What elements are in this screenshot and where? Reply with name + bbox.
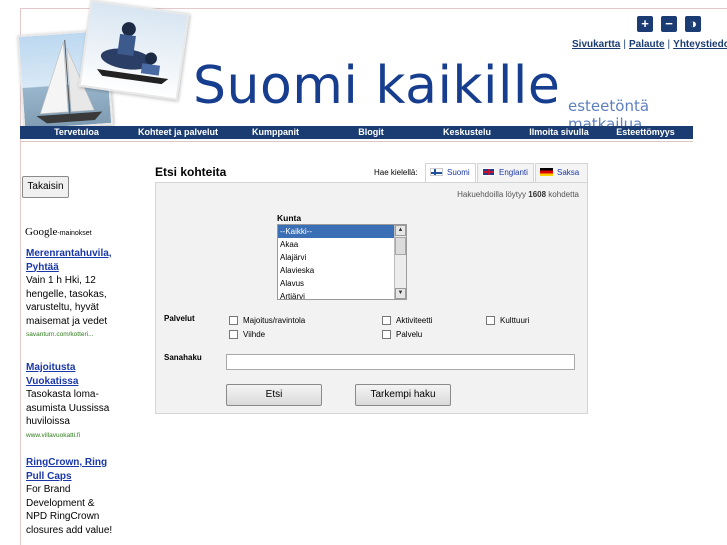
nav-divider xyxy=(20,141,693,142)
uk-flag-icon xyxy=(482,168,495,176)
ad-body: Vain 1 h Hki, 12 hengelle, tasokas, varu… xyxy=(26,275,108,327)
sitemap-link[interactable]: Sivukartta xyxy=(572,39,620,50)
kunta-listbox[interactable]: --Kaikki-- Akaa Alajärvi Alavieska Alavu… xyxy=(277,224,407,300)
kunta-label: Kunta xyxy=(277,213,302,223)
sanahaku-label: Sanahaku xyxy=(164,353,202,362)
ad-body: For Brand Development & NPD RingCrown cl… xyxy=(26,484,113,536)
ad-body: Tasokasta loma-asumista Uussissa huviloi… xyxy=(26,389,110,427)
site-title: Suomi kaikille xyxy=(193,56,561,116)
kunta-option[interactable]: --Kaikki-- xyxy=(278,225,394,238)
checkbox-icon[interactable] xyxy=(229,330,238,339)
kunta-option[interactable]: Akaa xyxy=(278,238,394,251)
kunta-option[interactable]: Artjärvi xyxy=(278,290,394,299)
ad-title-link[interactable]: RingCrown, Ring Pull Caps xyxy=(26,456,114,483)
google-ads-label: Google-mainokset xyxy=(25,226,92,238)
page-title: Etsi kohteita xyxy=(155,165,227,179)
finland-flag-icon xyxy=(430,168,443,176)
checkbox-icon[interactable] xyxy=(486,316,495,325)
tab-language-german[interactable]: Saksa xyxy=(535,163,588,182)
tab-language-finnish[interactable]: Suomi xyxy=(425,163,476,182)
nav-item-keskustelu[interactable]: Keskustelu xyxy=(414,126,520,139)
ad-url[interactable]: savanturn.com/kotteri... xyxy=(26,328,114,342)
snowmobile-photo xyxy=(78,0,190,101)
main-navigation: Tervetuloa Kohteet ja palvelut Kumppanit… xyxy=(20,126,693,139)
results-count-text: Hakuehdoilla löytyy 1608 kohdetta xyxy=(457,190,579,199)
plus-icon[interactable]: + xyxy=(637,16,653,32)
nav-item-esteettomyys[interactable]: Esteettömyys xyxy=(598,126,693,139)
kunta-option[interactable]: Alajärvi xyxy=(278,251,394,264)
tab-language-english[interactable]: Englanti xyxy=(477,163,534,182)
checkbox-majoitus[interactable]: Majoitus/ravintola xyxy=(229,316,305,326)
germany-flag-icon xyxy=(540,168,553,176)
scroll-down-icon[interactable]: ▼ xyxy=(395,288,406,299)
search-panel: Hakuehdoilla löytyy 1608 kohdetta Kunta … xyxy=(155,182,588,414)
checkbox-icon[interactable] xyxy=(382,316,391,325)
top-links: Sivukartta|Palaute|Yhteystiedot xyxy=(572,39,727,50)
ad-item: RingCrown, Ring Pull Caps For Brand Deve… xyxy=(26,456,114,537)
nav-item-blogit[interactable]: Blogit xyxy=(328,126,414,139)
checkbox-icon[interactable] xyxy=(229,316,238,325)
nav-item-kumppanit[interactable]: Kumppanit xyxy=(223,126,328,139)
sanahaku-input[interactable] xyxy=(226,354,575,370)
palvelut-label: Palvelut xyxy=(164,314,195,323)
ad-title-link[interactable]: Merenrantahuvila, Pyhtää xyxy=(26,247,114,274)
feedback-link[interactable]: Palaute xyxy=(629,39,665,50)
language-label: Hae kielellä: xyxy=(374,168,418,177)
ad-item: Majoitusta Vuokatissa Tasokasta loma-asu… xyxy=(26,361,114,442)
kunta-option[interactable]: Alavieska xyxy=(278,264,394,277)
checkbox-aktiviteetti[interactable]: Aktiviteetti xyxy=(382,316,432,326)
advanced-search-button[interactable]: Tarkempi haku xyxy=(355,384,451,406)
contact-link[interactable]: Yhteystiedot xyxy=(673,39,727,50)
checkbox-viihde[interactable]: Viihde xyxy=(229,330,265,340)
listbox-scrollbar[interactable]: ▲ ▼ xyxy=(394,225,406,299)
search-button[interactable]: Etsi xyxy=(226,384,322,406)
ad-url[interactable]: www.villavuokatti.fi xyxy=(26,429,114,443)
minus-icon[interactable]: − xyxy=(661,16,677,32)
nav-item-ilmoita[interactable]: Ilmoita sivulla xyxy=(520,126,598,139)
back-button[interactable]: Takaisin xyxy=(22,176,69,198)
checkbox-icon[interactable] xyxy=(382,330,391,339)
scroll-thumb[interactable] xyxy=(395,237,406,255)
ad-item: Merenrantahuvila, Pyhtää Vain 1 h Hki, 1… xyxy=(26,247,114,342)
nav-item-kohteet[interactable]: Kohteet ja palvelut xyxy=(133,126,223,139)
nav-item-tervetuloa[interactable]: Tervetuloa xyxy=(20,126,133,139)
checkbox-palvelu[interactable]: Palvelu xyxy=(382,330,422,340)
google-logo: Google xyxy=(25,226,58,238)
ad-title-link[interactable]: Majoitusta Vuokatissa xyxy=(26,361,114,388)
results-count: 1608 xyxy=(528,190,547,199)
scroll-up-icon[interactable]: ▲ xyxy=(395,225,406,236)
contrast-icon[interactable]: ◑ xyxy=(685,16,701,32)
checkbox-kulttuuri[interactable]: Kulttuuri xyxy=(486,316,529,326)
kunta-option[interactable]: Alavus xyxy=(278,277,394,290)
